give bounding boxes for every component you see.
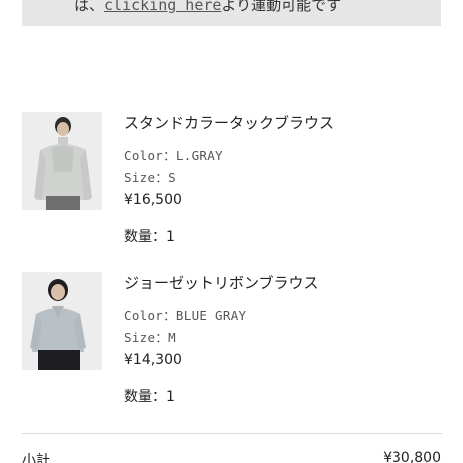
product-quantity: 数量：1 — [124, 389, 175, 405]
subtotal-value: ¥30,800 — [383, 450, 441, 463]
product-photo-blouse-bluegray — [22, 272, 102, 370]
cart-item: スタンドカラータックブラウス Color：L.GRAY Size：S ¥16,5… — [22, 112, 442, 252]
notice-link[interactable]: clicking here — [104, 0, 221, 14]
notice-prefix: は、 — [74, 0, 105, 14]
product-price: ¥14,300 — [124, 352, 182, 368]
product-size: Size：M — [124, 330, 176, 345]
notice-suffix: より運動可能です — [221, 0, 342, 14]
product-name[interactable]: スタンドカラータックブラウス — [124, 112, 334, 133]
notice-text: は、clicking hereより運動可能です — [74, 0, 341, 16]
product-color: Color：L.GRAY — [124, 148, 223, 163]
subtotal-label: 小計 — [22, 453, 50, 463]
cart-page: は、clicking hereより運動可能です スタンドカラータックブラウス C… — [0, 0, 463, 463]
product-color: Color：BLUE GRAY — [124, 308, 247, 323]
product-quantity: 数量：1 — [124, 229, 175, 245]
product-size: Size：S — [124, 170, 176, 185]
notice-banner: は、clicking hereより運動可能です — [22, 0, 441, 26]
product-name[interactable]: ジョーゼットリボンブラウス — [124, 272, 319, 293]
cart-item: ジョーゼットリボンブラウス Color：BLUE GRAY Size：M ¥14… — [22, 272, 442, 412]
product-image[interactable] — [22, 112, 102, 210]
product-photo-blouse-gray — [22, 112, 102, 210]
divider — [22, 433, 442, 434]
product-price: ¥16,500 — [124, 192, 182, 208]
product-image[interactable] — [22, 272, 102, 370]
